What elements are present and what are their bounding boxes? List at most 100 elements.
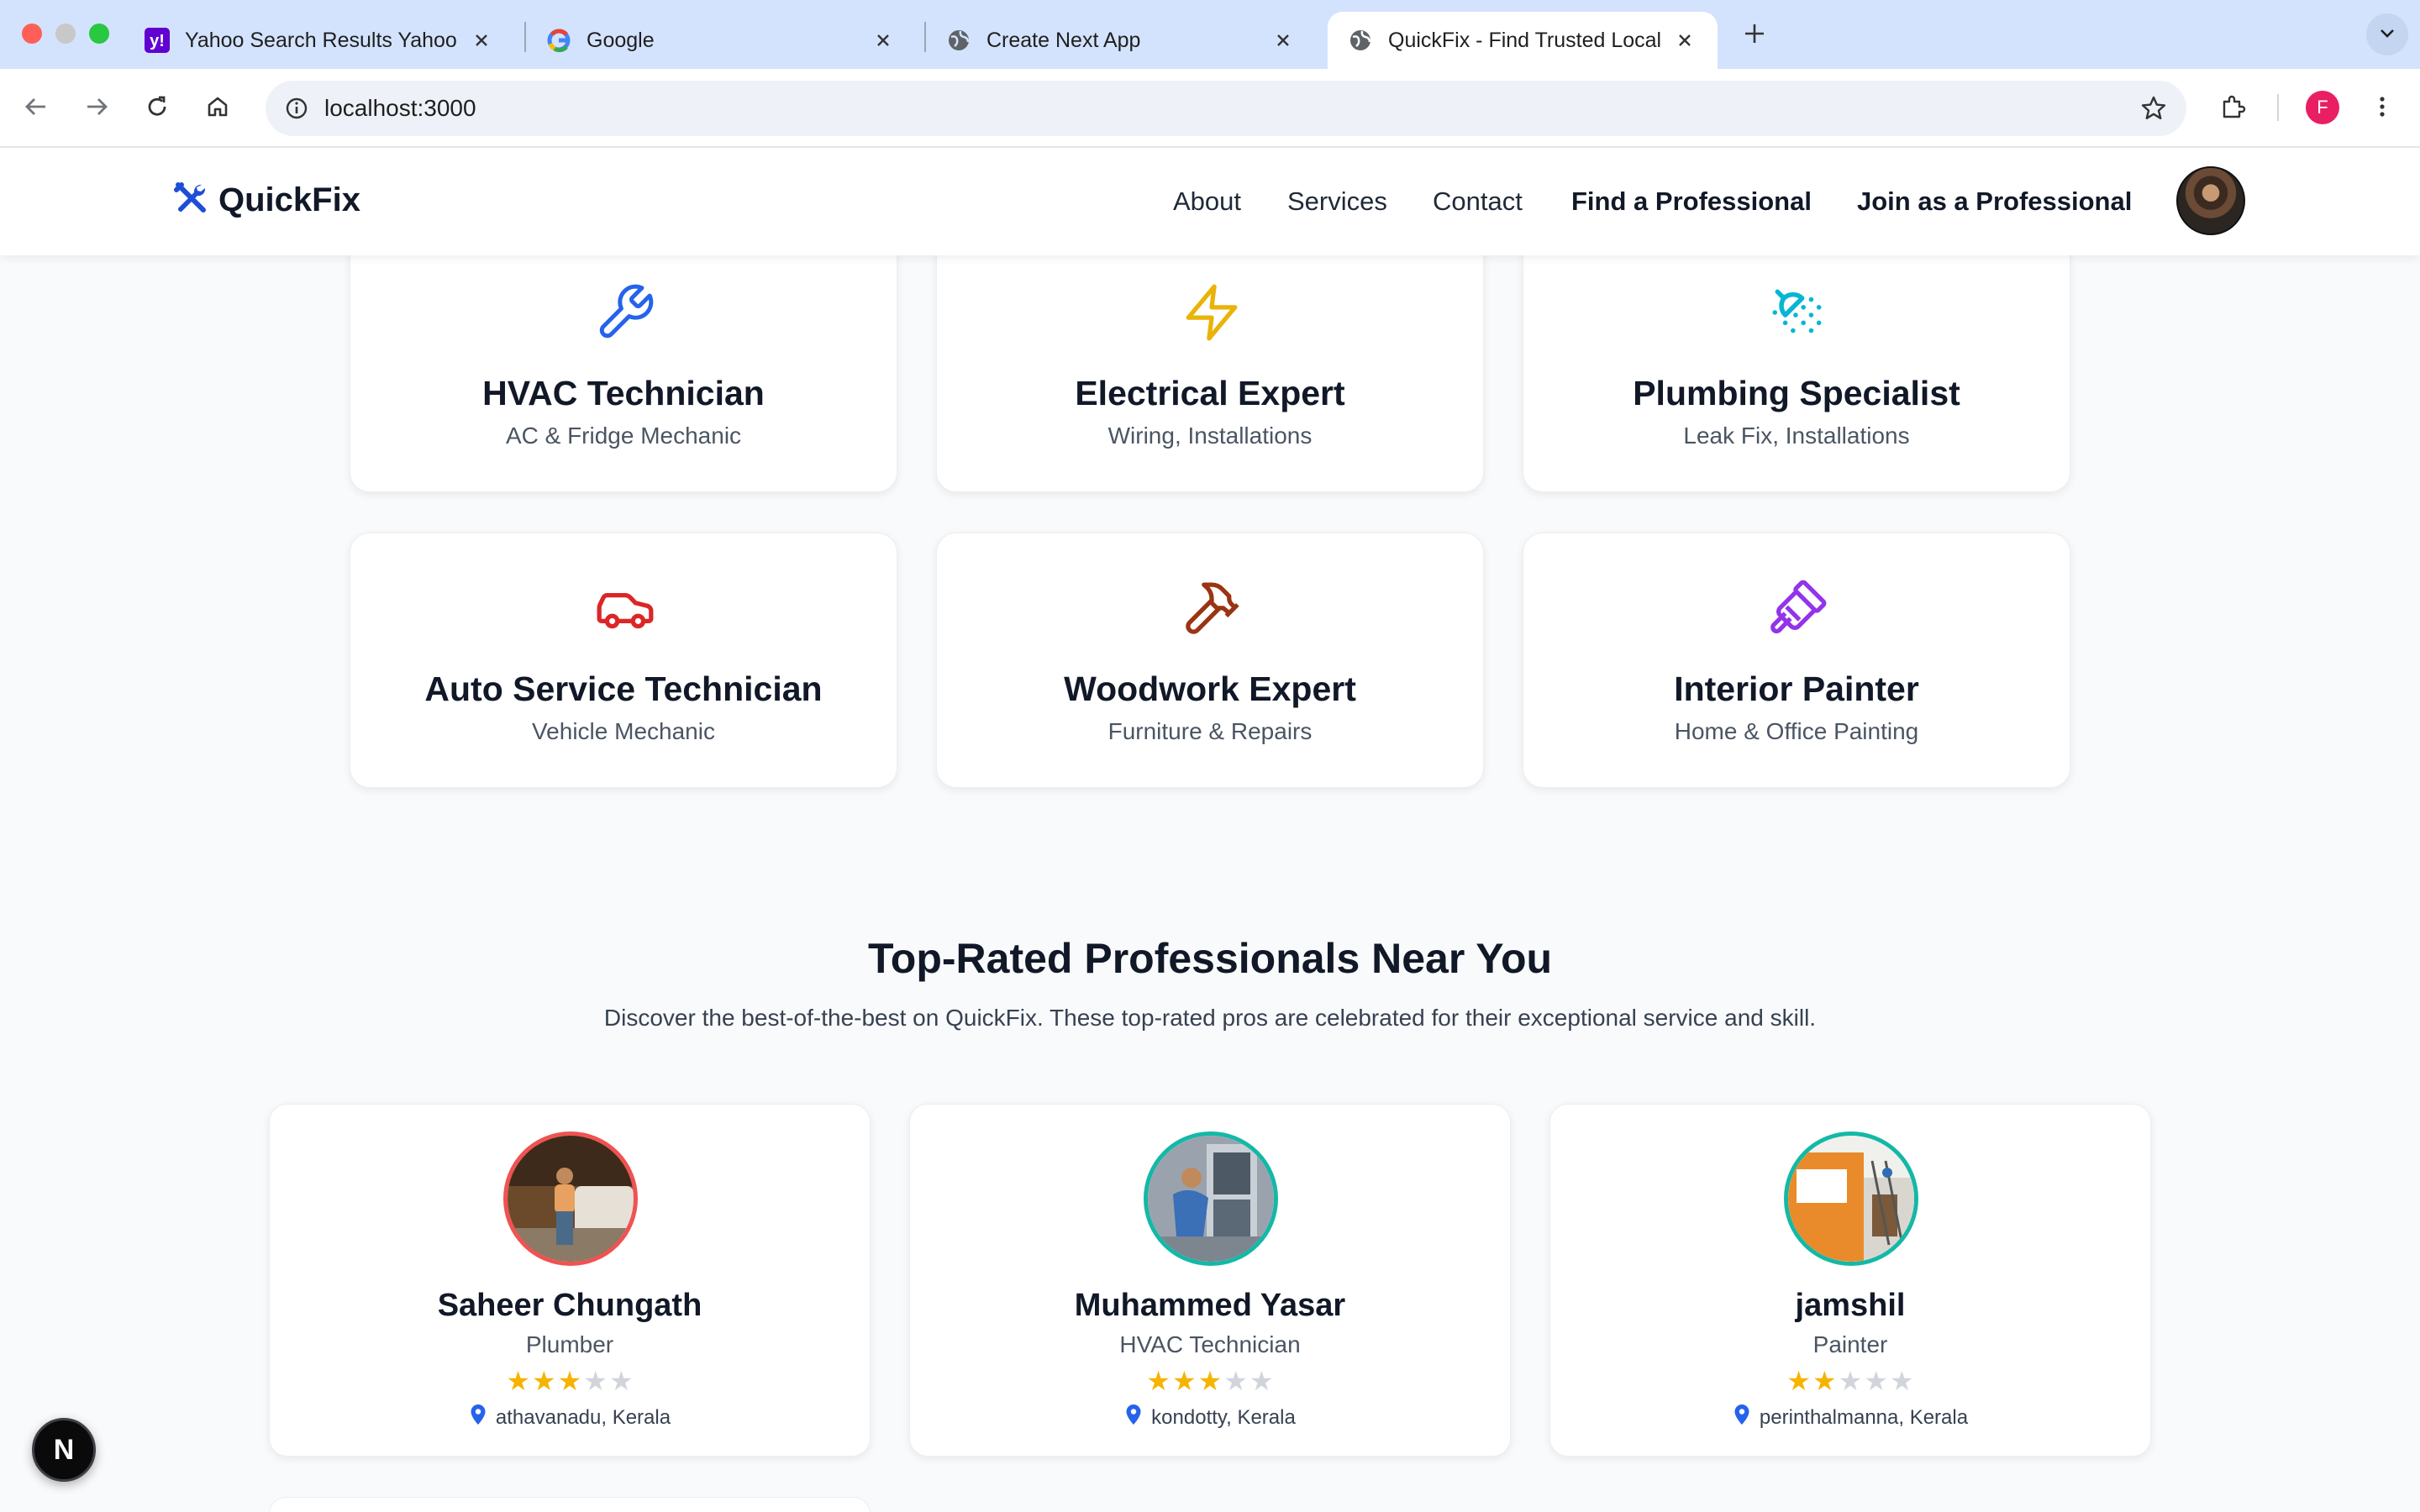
nav-contact[interactable]: Contact: [1433, 148, 1523, 255]
svg-text:y!: y!: [150, 32, 165, 50]
star-filled-icon: ★: [557, 1366, 582, 1396]
pro-card[interactable]: jamshil Painter ★ ★ ★ ★ ★ perinthalmanna, Ke…: [1549, 1104, 2151, 1457]
star-filled-icon: ★: [1146, 1366, 1171, 1396]
arrow-left-icon: [24, 94, 49, 123]
pro-location: kondotty, Kerala: [910, 1404, 1510, 1431]
service-name: Auto Service Technician: [424, 669, 823, 708]
service-card-electrical[interactable]: Electrical Expert Wiring, Installations: [936, 239, 1484, 492]
kebab-menu-icon: [2370, 94, 2395, 123]
service-name: Plumbing Specialist: [1633, 374, 1960, 412]
reload-icon: [145, 94, 170, 123]
map-pin-icon: [1124, 1404, 1151, 1431]
profile-avatar[interactable]: F: [2306, 91, 2339, 124]
pro-photo: [1144, 1131, 1278, 1266]
service-card-painter[interactable]: Interior Painter Home & Office Painting: [1523, 533, 2070, 788]
tab-search-button[interactable]: [2366, 13, 2408, 55]
browser-menu-button[interactable]: [2363, 89, 2402, 128]
pro-name: Saheer Chungath: [437, 1288, 702, 1323]
star-filled-icon: ★: [1197, 1366, 1223, 1396]
browser-tab-yahoo[interactable]: y! Yahoo Search Results Yahoo Search Res…: [124, 12, 514, 69]
service-subtitle: Leak Fix, Installations: [1683, 423, 1910, 449]
star-filled-icon: ★: [1786, 1366, 1811, 1396]
service-card-woodwork[interactable]: Woodwork Expert Furniture & Repairs: [936, 533, 1484, 788]
browser-tab-google[interactable]: Google: [526, 12, 916, 69]
star-filled-icon: ★: [1171, 1366, 1197, 1396]
service-name: Woodwork Expert: [1064, 669, 1356, 708]
service-name: Interior Painter: [1674, 669, 1919, 708]
section-description: Discover the best-of-the-best on QuickFi…: [603, 1005, 1817, 1031]
lightning-icon: [1181, 281, 1243, 344]
user-avatar[interactable]: [2176, 166, 2245, 235]
section-title: Top-Rated Professionals Near You: [867, 935, 1553, 982]
star-empty-icon: ★: [1223, 1366, 1249, 1396]
close-tab-icon[interactable]: [1270, 28, 1296, 53]
minimize-window-button[interactable]: [55, 24, 76, 44]
nav-about[interactable]: About: [1173, 148, 1241, 255]
puzzle-icon: [2219, 93, 2246, 124]
globe-icon: [946, 28, 971, 53]
tab-title: QuickFix - Find Trusted Local Profession…: [1388, 28, 1662, 52]
pro-location: perinthalmanna, Kerala: [1550, 1404, 2150, 1431]
service-card-hvac[interactable]: HVAC Technician AC & Fridge Mechanic: [350, 239, 897, 492]
star-empty-icon: ★: [1249, 1366, 1274, 1396]
site-info-icon[interactable]: [277, 89, 316, 128]
pro-card[interactable]: Muhammed Yasar HVAC Technician ★ ★ ★ ★ ★ kon…: [909, 1104, 1511, 1457]
star-filled-icon: ★: [531, 1366, 556, 1396]
nav-find-professional[interactable]: Find a Professional: [1571, 148, 1812, 255]
chevron-down-icon: [2378, 24, 2396, 46]
browser-tab-create-next-app[interactable]: Create Next App: [926, 12, 1316, 69]
pro-photo: [503, 1131, 638, 1266]
service-subtitle: AC & Fridge Mechanic: [505, 423, 742, 449]
brand-name: QuickFix: [218, 181, 360, 218]
shower-icon: [1767, 281, 1829, 344]
back-button[interactable]: [17, 89, 55, 128]
tab-title: Yahoo Search Results Yahoo Search Result…: [185, 28, 459, 52]
reload-button[interactable]: [138, 89, 176, 128]
service-card-plumbing[interactable]: Plumbing Specialist Leak Fix, Installati…: [1523, 239, 2070, 492]
url-text: localhost:3000: [324, 95, 476, 121]
close-tab-icon[interactable]: [469, 28, 494, 53]
address-bar[interactable]: localhost:3000: [266, 81, 2186, 136]
service-subtitle: Furniture & Repairs: [1107, 718, 1313, 744]
arrow-right-icon: [84, 94, 109, 123]
service-subtitle: Home & Office Painting: [1674, 718, 1919, 744]
browser-tab-bar: y! Yahoo Search Results Yahoo Search Res…: [0, 0, 2420, 69]
star-empty-icon: ★: [1864, 1366, 1889, 1396]
nextjs-dev-badge[interactable]: N: [32, 1418, 96, 1482]
maximize-window-button[interactable]: [89, 24, 109, 44]
site-header: QuickFix About Services Contact Find a P…: [0, 148, 2420, 255]
yahoo-icon: y!: [145, 28, 170, 53]
pro-card[interactable]: Saheer Chungath Plumber ★ ★ ★ ★ ★ athavanadu…: [269, 1104, 871, 1457]
paintbrush-icon: [1767, 577, 1829, 639]
browser-tab-quickfix[interactable]: QuickFix - Find Trusted Local Profession…: [1328, 12, 1718, 69]
logo[interactable]: QuickFix: [171, 180, 360, 221]
home-button[interactable]: [198, 89, 237, 128]
browser-toolbar: localhost:3000: [0, 69, 2420, 148]
star-empty-icon: ★: [1838, 1366, 1863, 1396]
close-tab-icon[interactable]: [1672, 28, 1697, 53]
tab-title: Google: [587, 28, 655, 52]
close-tab-icon[interactable]: [871, 28, 896, 53]
extensions-button[interactable]: [2213, 89, 2252, 128]
hammer-icon: [1181, 577, 1243, 639]
wrench-icon: [594, 281, 656, 344]
new-tab-button[interactable]: [1738, 17, 1771, 50]
bookmark-star-icon[interactable]: [2134, 89, 2173, 128]
pro-name: Muhammed Yasar: [1074, 1288, 1346, 1323]
home-icon: [205, 94, 230, 123]
nav-services[interactable]: Services: [1287, 148, 1387, 255]
star-rating: ★ ★ ★ ★ ★: [910, 1367, 1510, 1395]
location-text: kondotty, Kerala: [1151, 1405, 1296, 1429]
service-name: HVAC Technician: [482, 374, 765, 412]
service-subtitle: Vehicle Mechanic: [532, 718, 715, 744]
globe-icon: [1348, 28, 1373, 53]
service-name: Electrical Expert: [1075, 374, 1345, 412]
service-card-auto[interactable]: Auto Service Technician Vehicle Mechanic: [350, 533, 897, 788]
tools-icon: [171, 180, 208, 221]
close-window-button[interactable]: [22, 24, 42, 44]
nav-join-professional[interactable]: Join as a Professional: [1857, 148, 2132, 255]
forward-button[interactable]: [77, 89, 116, 128]
service-subtitle: Wiring, Installations: [1107, 423, 1313, 449]
star-filled-icon: ★: [506, 1366, 530, 1396]
pro-role: Painter: [1812, 1331, 1888, 1357]
